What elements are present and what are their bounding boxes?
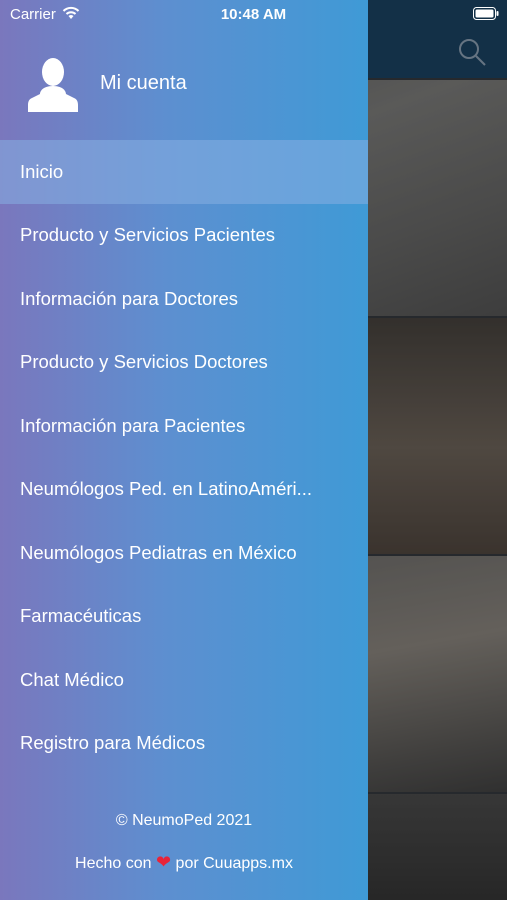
user-silhouette-icon bbox=[28, 58, 78, 112]
menu-item-label: Información para Doctores bbox=[20, 287, 238, 309]
menu-item-label: Neumólogos Ped. en LatinoAméri... bbox=[20, 478, 313, 500]
menu-item-label: Producto y Servicios Doctores bbox=[20, 351, 268, 373]
clock: 10:48 AM bbox=[220, 6, 287, 23]
menu-item[interactable]: Inicio bbox=[0, 140, 368, 204]
menu-item[interactable]: Información para Pacientes bbox=[0, 394, 368, 458]
made-with-text: Hecho con ❤ por Cuuapps.mx bbox=[0, 852, 368, 873]
copyright-text: © NeumoPed 2021 bbox=[115, 812, 253, 829]
menu-item[interactable]: Producto y Servicios Pacientes bbox=[0, 204, 368, 268]
battery-icon bbox=[473, 7, 499, 20]
menu-item[interactable]: Información para Doctores bbox=[0, 267, 368, 331]
menu-item[interactable]: Farmacéuticas bbox=[0, 585, 368, 649]
made-suffix: por Cuuapps.mx bbox=[175, 855, 293, 872]
menu-item-label: Producto y Servicios Pacientes bbox=[20, 224, 276, 246]
menu-item[interactable]: Neumólogos Ped. en LatinoAméri... bbox=[0, 458, 368, 522]
side-drawer: Mi cuenta Inicio Producto y Servicios Pac… bbox=[0, 0, 368, 900]
menu-item-label: Chat Médico bbox=[20, 668, 124, 690]
menu-item[interactable]: Registro para Médicos bbox=[0, 712, 368, 776]
account-header[interactable]: Mi cuenta bbox=[0, 48, 368, 120]
menu-item-label: Farmacéuticas bbox=[20, 605, 142, 627]
drawer-menu: Inicio Producto y Servicios Pacientes Info… bbox=[0, 140, 368, 775]
menu-item-label: Registro para Médicos bbox=[20, 732, 206, 754]
made-prefix: Hecho con bbox=[75, 855, 152, 872]
account-label: Mi cuenta bbox=[100, 72, 187, 94]
status-bar: Carrier 10:48 AM bbox=[0, 0, 507, 28]
menu-item[interactable]: Chat Médico bbox=[0, 648, 368, 712]
menu-item[interactable]: Producto y Servicios Doctores bbox=[0, 331, 368, 395]
menu-item-label: Información para Pacientes bbox=[20, 414, 246, 436]
menu-item-label: Neumólogos Pediatras en México bbox=[20, 541, 297, 563]
menu-item-label: Inicio bbox=[20, 160, 64, 182]
menu-item[interactable]: Neumólogos Pediatras en México bbox=[0, 521, 368, 585]
heart-icon: ❤ bbox=[156, 852, 172, 872]
